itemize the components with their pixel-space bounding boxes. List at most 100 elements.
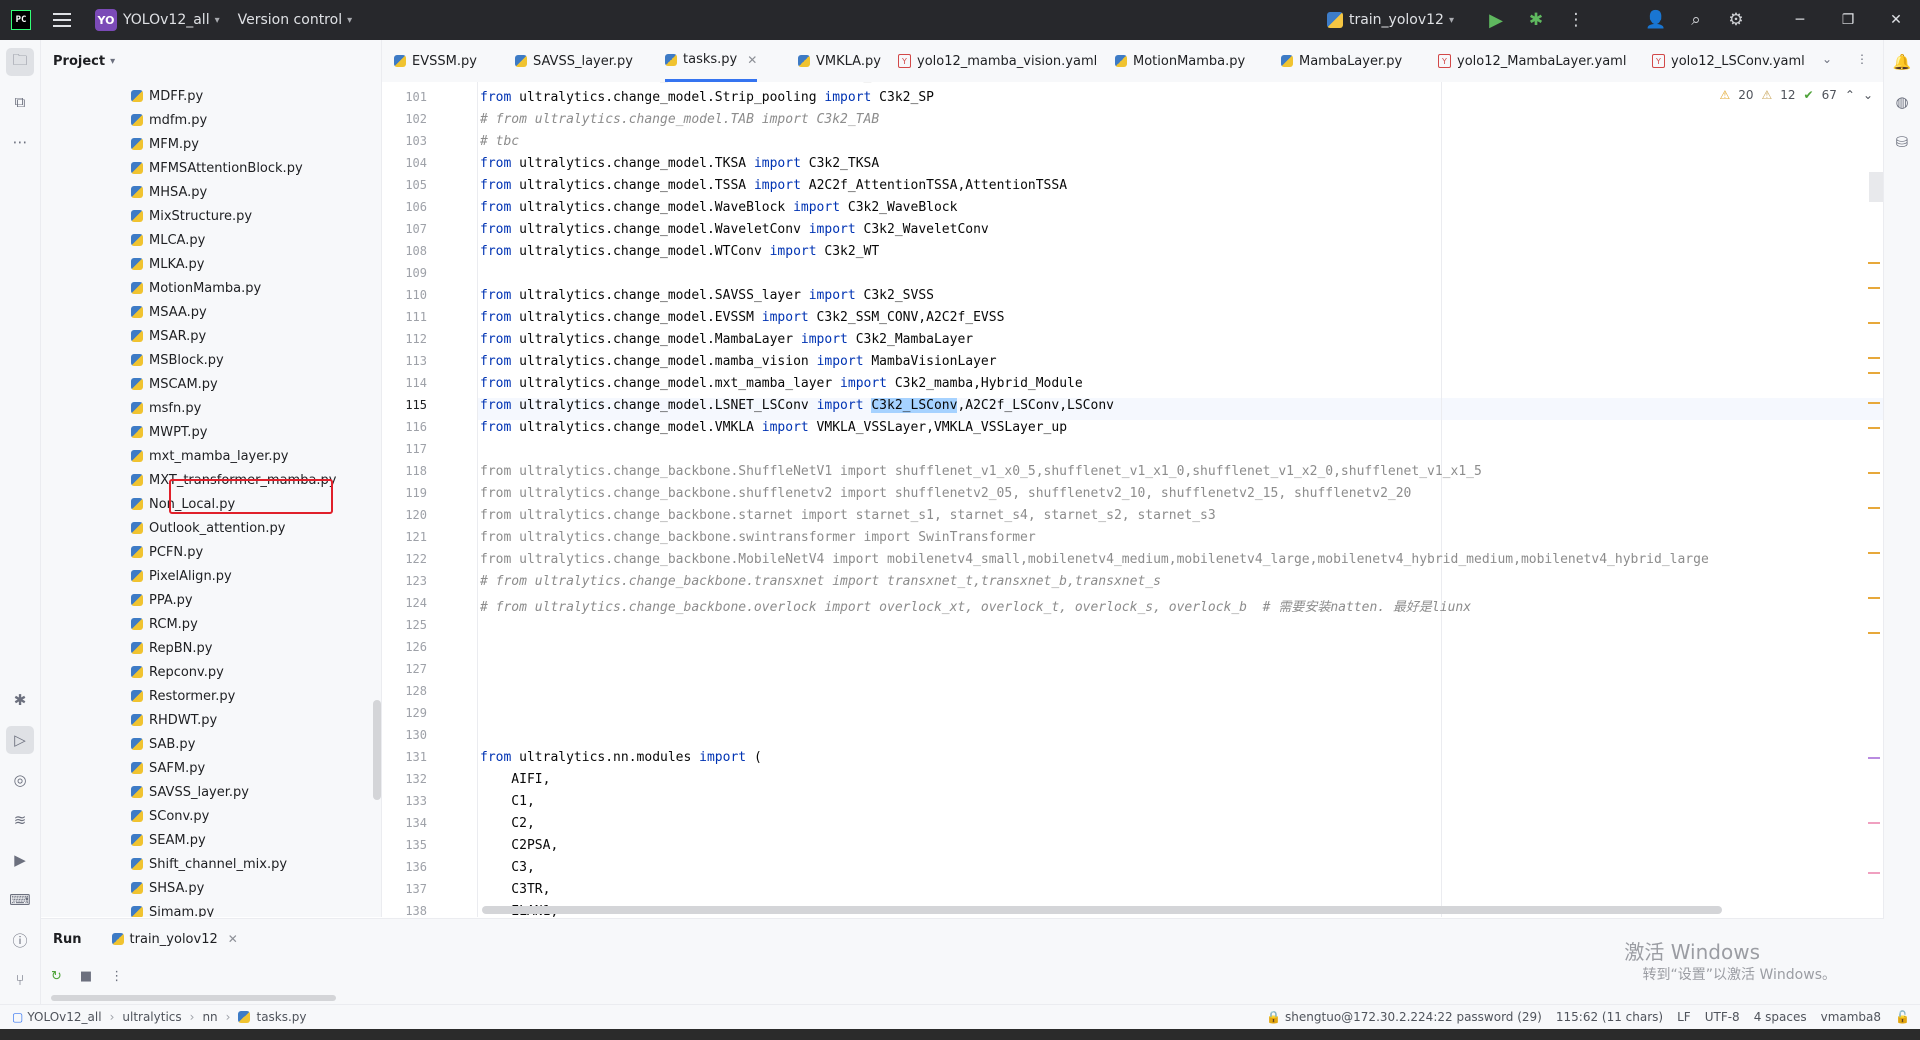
- file-tree-item[interactable]: MWPT.py: [131, 422, 207, 442]
- file-tree-item[interactable]: Restormer.py: [131, 686, 235, 706]
- file-tree-item[interactable]: MotionMamba.py: [131, 278, 261, 298]
- file-tree-item[interactable]: MSBlock.py: [131, 350, 224, 370]
- code-line[interactable]: # from ultralytics.change_backbone.trans…: [480, 574, 1161, 596]
- tab-mambalayer-py[interactable]: MambaLayer.py: [1281, 40, 1402, 82]
- pycharm-logo-icon[interactable]: PC: [11, 10, 31, 30]
- file-tree-item[interactable]: mxt_mamba_layer.py: [131, 446, 288, 466]
- hamburger-menu-icon[interactable]: [53, 13, 71, 27]
- close-icon[interactable]: ✕: [228, 932, 238, 946]
- more-icon[interactable]: ⋮: [1856, 52, 1868, 66]
- code-line[interactable]: from ultralytics.change_model.LSNET_LSCo…: [480, 398, 1114, 420]
- code-line[interactable]: C3,: [480, 860, 535, 882]
- tab-evssm-py[interactable]: EVSSM.py: [394, 40, 477, 82]
- services-icon[interactable]: ▶: [6, 846, 34, 874]
- tab-yolo12-lsconv-yaml[interactable]: Yyolo12_LSConv.yaml: [1652, 40, 1805, 82]
- file-tree-item[interactable]: RHDWT.py: [131, 710, 217, 730]
- code-line[interactable]: from ultralytics.change_model.Strip_pool…: [480, 90, 934, 112]
- file-tree-item[interactable]: Outlook_attention.py: [131, 518, 286, 538]
- code-line[interactable]: from ultralytics.change_model.mxt_mamba_…: [480, 376, 1083, 398]
- code-line[interactable]: C1,: [480, 794, 535, 816]
- scrollbar[interactable]: [51, 995, 336, 1001]
- lock-icon[interactable]: 🔓: [1895, 1010, 1910, 1024]
- notifications-icon[interactable]: 🔔: [1890, 50, 1914, 74]
- breadcrumb-folder[interactable]: ultralytics: [122, 1010, 181, 1024]
- code-line[interactable]: C3TR,: [480, 882, 550, 904]
- warning-stripe[interactable]: [1868, 372, 1880, 374]
- inspection-widget[interactable]: ⚠ 20 ⚠ 12 ✔ 67 ⌃ ⌄: [1719, 82, 1873, 108]
- info-stripe[interactable]: [1868, 872, 1880, 874]
- run-config-selector[interactable]: train_yolov12 ▾: [1326, 12, 1454, 28]
- file-tree-item[interactable]: MLKA.py: [131, 254, 205, 274]
- more-icon[interactable]: ⋮: [1556, 0, 1596, 40]
- project-name[interactable]: YOLOv12_all: [123, 12, 210, 28]
- code-line[interactable]: C2PSA,: [480, 838, 558, 860]
- code-line[interactable]: AIFI,: [480, 772, 550, 794]
- file-tree-item[interactable]: PCFN.py: [131, 542, 203, 562]
- file-tree-item[interactable]: MixStructure.py: [131, 206, 252, 226]
- add-user-icon[interactable]: 👤: [1636, 0, 1676, 40]
- code-line[interactable]: from ultralytics.change_model.StarNet im…: [480, 82, 950, 90]
- file-tree-item[interactable]: MSAR.py: [131, 326, 206, 346]
- settings-icon[interactable]: ⚙: [1716, 0, 1756, 40]
- breadcrumb-folder[interactable]: nn: [202, 1010, 217, 1024]
- code-line[interactable]: from ultralytics.change_model.WaveBlock …: [480, 200, 957, 222]
- rerun-icon[interactable]: ↻: [51, 969, 62, 984]
- project-panel-header[interactable]: Project ▾: [41, 40, 381, 82]
- file-tree-item[interactable]: SHSA.py: [131, 878, 204, 898]
- debug-icon[interactable]: ✱: [1516, 0, 1556, 40]
- code-line[interactable]: from ultralytics.change_backbone.Shuffle…: [480, 464, 1482, 486]
- run-tab[interactable]: train_yolov12 ✕: [111, 932, 238, 947]
- file-tree-item[interactable]: Repconv.py: [131, 662, 224, 682]
- warning-stripe[interactable]: [1868, 262, 1880, 264]
- tab-vmkla-py[interactable]: VMKLA.py: [798, 40, 881, 82]
- warning-stripe[interactable]: [1868, 402, 1880, 404]
- file-tree-item[interactable]: SConv.py: [131, 806, 209, 826]
- git-icon[interactable]: ⑂: [6, 966, 34, 994]
- vertical-scrollbar-thumb[interactable]: [1869, 172, 1883, 202]
- close-icon[interactable]: ✕: [1872, 0, 1920, 40]
- vcs-menu[interactable]: Version control: [238, 12, 342, 28]
- line-separator[interactable]: LF: [1677, 1010, 1691, 1024]
- minimize-icon[interactable]: ─: [1776, 0, 1824, 40]
- warning-stripe[interactable]: [1868, 597, 1880, 599]
- code-line[interactable]: from ultralytics.change_model.VMKLA impo…: [480, 420, 1067, 442]
- structure-tool-icon[interactable]: ⧉: [6, 88, 34, 116]
- chevron-down-icon[interactable]: ⌄: [1863, 88, 1873, 102]
- debug-tool-icon[interactable]: ✱: [6, 686, 34, 714]
- horizontal-scrollbar[interactable]: [482, 906, 1722, 914]
- tab-yolo12-mamba-vision-yaml[interactable]: Yyolo12_mamba_vision.yaml: [898, 40, 1097, 82]
- terminal-icon[interactable]: ⌨: [6, 886, 34, 914]
- code-line[interactable]: # tbc: [480, 134, 519, 156]
- interpreter-host[interactable]: 🔒 shengtuo@172.30.2.224:22 password (29): [1266, 1010, 1542, 1024]
- warning-stripe[interactable]: [1868, 507, 1880, 509]
- database-icon[interactable]: ⛁: [1890, 130, 1914, 154]
- chevron-down-icon[interactable]: ▾: [110, 56, 115, 67]
- code-line[interactable]: from ultralytics.change_model.TKSA impor…: [480, 156, 879, 178]
- file-tree-item[interactable]: Simam.py: [131, 902, 214, 917]
- file-tree-item[interactable]: MSAA.py: [131, 302, 207, 322]
- code-line[interactable]: from ultralytics.change_backbone.shuffle…: [480, 486, 1411, 508]
- code-line[interactable]: from ultralytics.change_model.MambaLayer…: [480, 332, 973, 354]
- warning-stripe[interactable]: [1868, 357, 1880, 359]
- problems-icon[interactable]: ⓘ: [6, 926, 34, 954]
- code-line[interactable]: from ultralytics.change_model.WaveletCon…: [480, 222, 989, 244]
- file-tree-item[interactable]: SAVSS_layer.py: [131, 782, 249, 802]
- tab-tasks-py[interactable]: tasks.py ✕: [665, 40, 758, 82]
- run-tool-icon[interactable]: ▷: [6, 726, 34, 754]
- layers-icon[interactable]: ≋: [6, 806, 34, 834]
- file-tree-item[interactable]: SAB.py: [131, 734, 195, 754]
- indent-setting[interactable]: 4 spaces: [1754, 1010, 1807, 1024]
- info-stripe[interactable]: [1868, 757, 1880, 759]
- file-tree-item[interactable]: RCM.py: [131, 614, 198, 634]
- breadcrumb-project[interactable]: YOLOv12_all: [27, 1010, 101, 1024]
- code-line[interactable]: # from ultralytics.change_model.TAB impo…: [480, 112, 879, 134]
- restore-icon[interactable]: ❐: [1824, 0, 1872, 40]
- file-tree-item[interactable]: MHSA.py: [131, 182, 207, 202]
- code-line[interactable]: from ultralytics.change_backbone.MobileN…: [480, 552, 1709, 574]
- file-tree-item[interactable]: PPA.py: [131, 590, 193, 610]
- code-line[interactable]: # from ultralytics.change_backbone.overl…: [480, 596, 1471, 618]
- code-line[interactable]: from ultralytics.change_backbone.starnet…: [480, 508, 1216, 530]
- tab-motionmamba-py[interactable]: MotionMamba.py: [1115, 40, 1245, 82]
- stop-icon[interactable]: ■: [80, 969, 92, 984]
- run-icon[interactable]: ▶: [1476, 0, 1516, 40]
